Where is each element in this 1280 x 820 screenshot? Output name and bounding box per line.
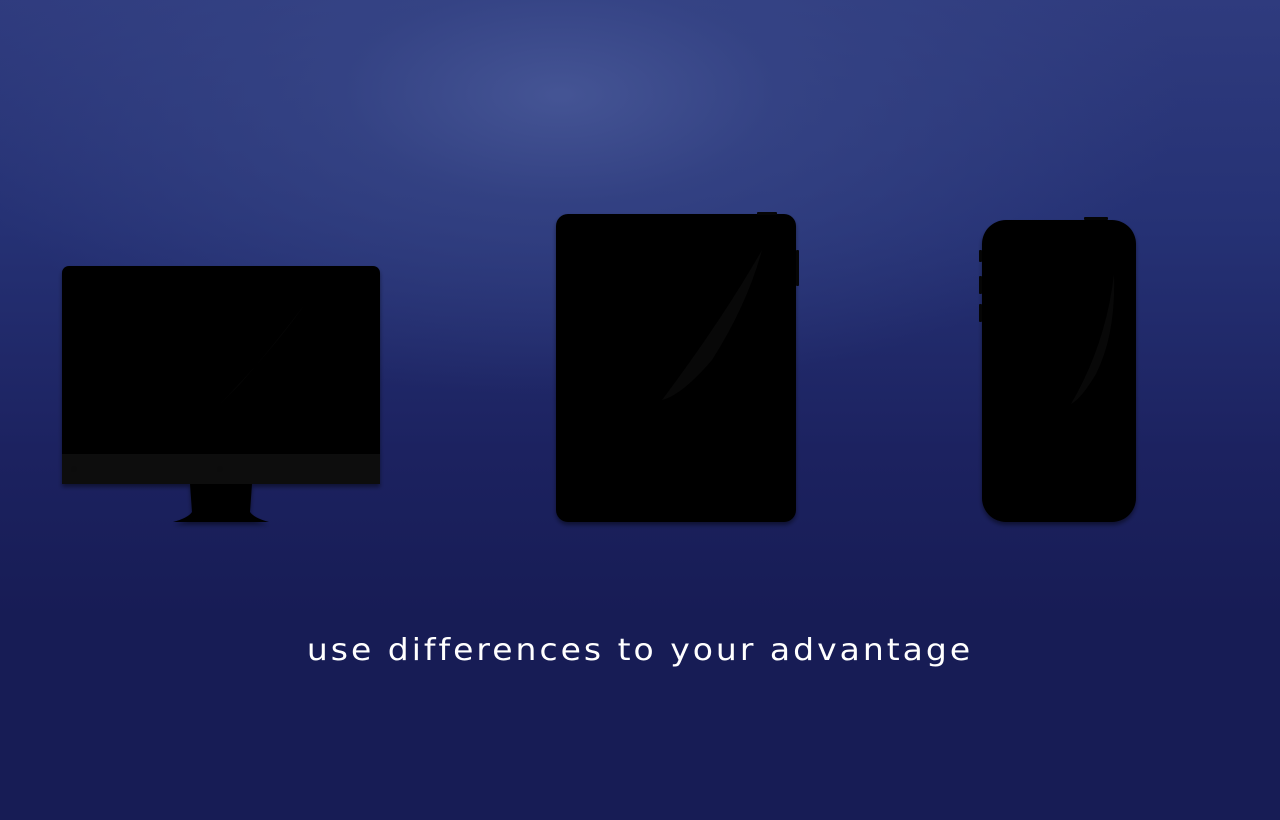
phone-graphic [979, 217, 1136, 522]
tablet-power-button [757, 212, 777, 215]
monitor-screen [62, 266, 380, 484]
phone-mute-switch [979, 250, 982, 262]
phone-power-button [1084, 217, 1108, 220]
monitor-icon [60, 264, 382, 528]
monitor-logo [217, 466, 223, 472]
phone-volume-down [979, 304, 982, 322]
monitor-led [71, 466, 77, 472]
monitor-stand [173, 484, 269, 522]
tablet-volume-button [796, 250, 799, 286]
phone-body [982, 220, 1136, 522]
phone-volume-up [979, 276, 982, 294]
tagline: use differences to your advantage [306, 631, 974, 668]
tablet-body [556, 214, 796, 522]
tablet-graphic [556, 212, 799, 522]
tablet-icon [552, 210, 802, 528]
phone-icon [976, 214, 1142, 528]
hero-stage: use differences to your advantage [0, 0, 1280, 820]
monitor-graphic [62, 266, 380, 522]
